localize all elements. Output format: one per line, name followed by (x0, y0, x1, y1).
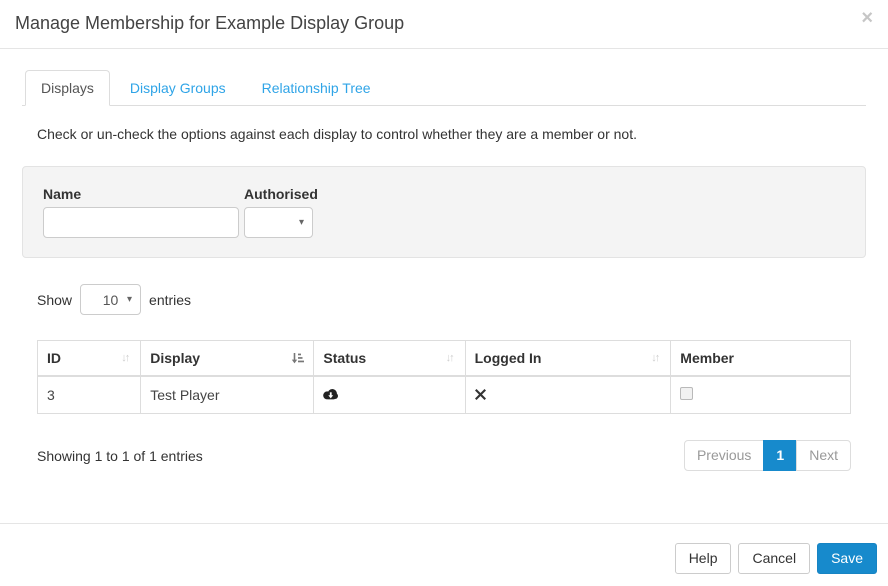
column-header-id[interactable]: ID ↓↑ (38, 341, 141, 377)
cell-id: 3 (38, 376, 141, 414)
table-info: Showing 1 to 1 of 1 entries (37, 448, 203, 464)
column-header-member: Member (671, 341, 851, 377)
tab-display-groups[interactable]: Display Groups (114, 70, 242, 106)
tab-bar: Displays Display Groups Relationship Tre… (22, 70, 866, 106)
table-row: 3 Test Player (38, 376, 851, 414)
cell-display: Test Player (141, 376, 314, 414)
pagination-next-button[interactable]: Next (796, 440, 851, 471)
displays-table: ID ↓↑ Display (37, 340, 851, 414)
column-header-display[interactable]: Display (141, 341, 314, 377)
authorised-filter-label: Authorised (244, 186, 318, 202)
table-length-control: Show 10 ▾ entries (37, 284, 851, 315)
name-filter-label: Name (43, 186, 239, 202)
cell-logged-in (465, 376, 671, 414)
tab-displays[interactable]: Displays (25, 70, 110, 106)
modal-title: Manage Membership for Example Display Gr… (15, 13, 873, 34)
save-button[interactable]: Save (817, 543, 877, 574)
table-header-row: ID ↓↑ Display (38, 341, 851, 377)
help-text: Check or un-check the options against ea… (37, 126, 851, 142)
tab-relationship-tree[interactable]: Relationship Tree (246, 70, 387, 106)
pagination: Previous 1 Next (684, 440, 851, 471)
table-footer: Showing 1 to 1 of 1 entries Previous 1 N… (37, 440, 851, 471)
cell-status (314, 376, 465, 414)
name-filter-group: Name (43, 186, 239, 238)
sort-both-icon: ↓↑ (446, 352, 456, 364)
close-icon[interactable]: × (861, 8, 873, 28)
column-label: ID (47, 350, 61, 366)
name-filter-input[interactable] (43, 207, 239, 238)
filter-panel: Name Authorised ▾ (22, 166, 866, 258)
member-checkbox[interactable] (680, 387, 693, 400)
cell-member (671, 376, 851, 414)
modal-header: Manage Membership for Example Display Gr… (0, 0, 888, 49)
tab-content-displays: Check or un-check the options against ea… (22, 126, 866, 471)
manage-membership-modal: Manage Membership for Example Display Gr… (0, 0, 888, 586)
column-label: Status (323, 350, 366, 366)
modal-footer: Help Cancel Save (0, 523, 888, 586)
column-label: Member (680, 350, 734, 366)
length-show-label: Show (37, 292, 72, 308)
column-label: Display (150, 350, 200, 366)
chevron-down-icon: ▾ (299, 217, 304, 228)
chevron-down-icon: ▾ (127, 294, 132, 305)
authorised-filter-select[interactable]: ▾ (244, 207, 313, 238)
times-icon (475, 389, 486, 400)
sort-both-icon: ↓↑ (121, 352, 131, 364)
sort-both-icon: ↓↑ (651, 352, 661, 364)
cancel-button[interactable]: Cancel (738, 543, 810, 574)
column-header-logged-in[interactable]: Logged In ↓↑ (465, 341, 671, 377)
column-header-status[interactable]: Status ↓↑ (314, 341, 465, 377)
sort-amount-asc-icon (291, 352, 304, 365)
length-selected-value: 10 (103, 292, 119, 308)
help-button[interactable]: Help (675, 543, 732, 574)
pagination-page-1-button[interactable]: 1 (763, 440, 797, 471)
length-entries-label: entries (149, 292, 191, 308)
column-label: Logged In (475, 350, 542, 366)
cloud-download-icon (323, 388, 338, 400)
page-length-select[interactable]: 10 ▾ (80, 284, 141, 315)
pagination-previous-button[interactable]: Previous (684, 440, 764, 471)
modal-body: Displays Display Groups Relationship Tre… (0, 49, 888, 471)
authorised-filter-group: Authorised ▾ (244, 186, 318, 238)
